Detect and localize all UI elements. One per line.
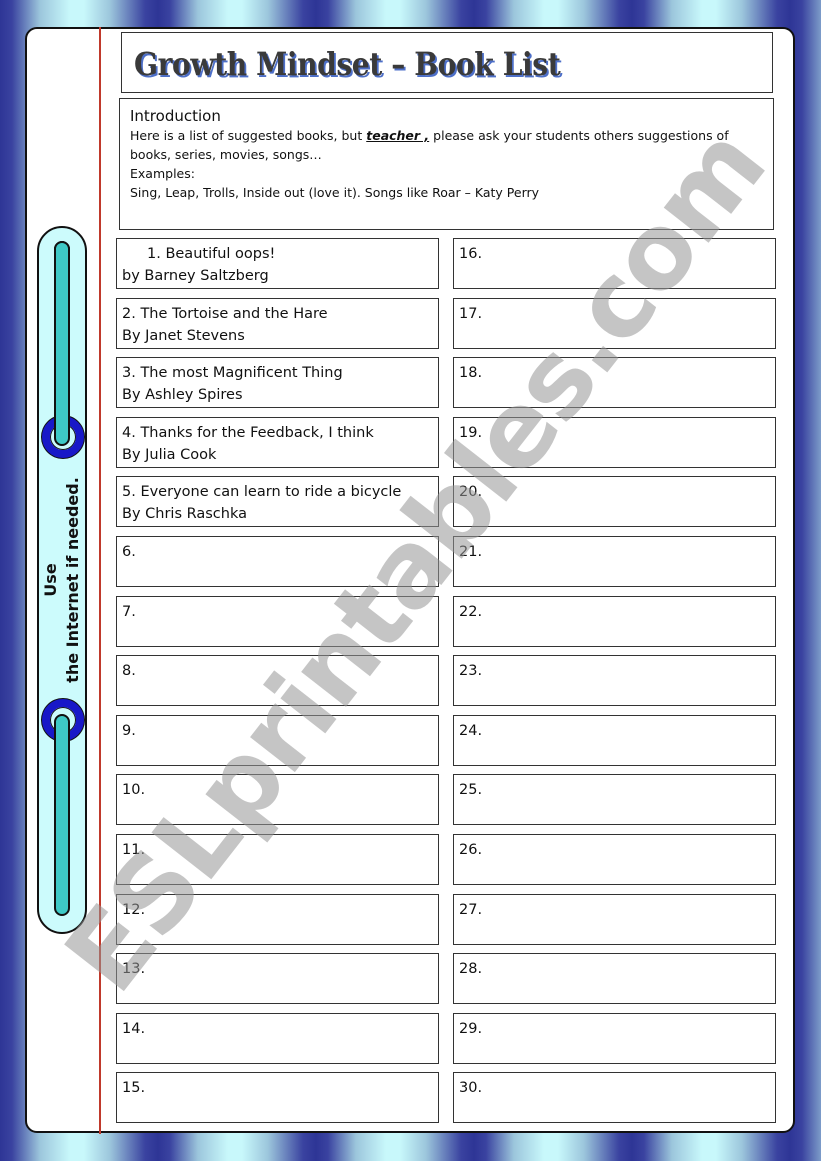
book-title: 1. Beautiful oops! (147, 246, 276, 262)
book-entry[interactable]: 15. (116, 1072, 439, 1124)
book-entry[interactable]: 22. (453, 595, 776, 647)
lower-tube-icon (54, 714, 70, 916)
book-entry[interactable]: 27. (453, 893, 776, 945)
book-entry[interactable]: 11. (116, 834, 439, 885)
title-box: Growth Mindset – Book List (121, 32, 773, 93)
book-title: 3. The most Magnificent Thing (122, 365, 343, 382)
introduction-box: Introduction Here is a list of suggested… (119, 98, 774, 230)
book-entry[interactable]: 12. (116, 893, 439, 945)
book-title: 27. (459, 901, 483, 918)
book-entry[interactable]: 6. (116, 536, 439, 587)
intro-text: please ask your students others suggesti… (429, 128, 729, 143)
book-entry[interactable]: 17. (453, 297, 776, 349)
book-entry[interactable]: 2. The Tortoise and the Hare By Janet Ste… (116, 297, 439, 349)
intro-emphasis: teacher , (366, 128, 430, 143)
book-entry[interactable]: 4. Thanks for the Feedback, I think By Ju… (116, 416, 439, 468)
book-entry[interactable]: 19. (453, 416, 776, 468)
book-title: 18. (459, 365, 483, 382)
book-entry[interactable]: 10. (116, 774, 439, 826)
book-title: 17. (459, 305, 483, 322)
book-title: 7. (122, 603, 136, 620)
book-entry[interactable]: 9. (116, 714, 439, 766)
book-author: By Chris Raschka (122, 506, 247, 523)
book-title: 14. (122, 1020, 146, 1037)
book-entry[interactable]: 30. (453, 1072, 776, 1124)
book-title: 2. The Tortoise and the Hare (122, 305, 328, 322)
book-author: By Ashley Spires (122, 387, 243, 404)
intro-line-3: Examples: (130, 166, 195, 181)
sidebar-note-line-1: Use (41, 563, 60, 597)
book-title: 11. (122, 842, 146, 858)
sidebar-note: Use the Internet if needed. (40, 450, 84, 710)
book-title: 10. (122, 782, 146, 799)
intro-line-1: Here is a list of suggested books, but t… (130, 126, 763, 145)
book-entry[interactable]: 26. (453, 834, 776, 885)
book-title: 24. (459, 722, 483, 739)
book-title: 8. (122, 663, 136, 680)
book-title: 21. (459, 544, 483, 560)
book-title: 19. (459, 424, 483, 441)
book-title: 16. (459, 246, 483, 262)
sidebar-note-line-2: the Internet if needed. (63, 477, 82, 683)
book-entry[interactable]: 25. (453, 774, 776, 826)
book-title: 26. (459, 842, 483, 858)
intro-line-4: Sing, Leap, Trolls, Inside out (love it)… (130, 185, 540, 200)
book-title: 15. (122, 1080, 146, 1097)
book-title: 5. Everyone can learn to ride a bicycle (122, 484, 402, 501)
book-title: 30. (459, 1080, 483, 1097)
book-entry[interactable]: 16. (453, 238, 776, 289)
book-entry[interactable]: 1. Beautiful oops! by Barney Saltzberg (116, 238, 439, 289)
book-title: 25. (459, 782, 483, 799)
book-title: 23. (459, 663, 483, 680)
margin-line (99, 27, 101, 1134)
book-title: 22. (459, 603, 483, 620)
book-title: 12. (122, 901, 146, 918)
book-entry[interactable]: 18. (453, 357, 776, 409)
upper-tube-overlay (54, 241, 70, 446)
book-author: By Janet Stevens (122, 327, 245, 344)
book-author: by Barney Saltzberg (122, 268, 269, 284)
book-entry[interactable]: 5. Everyone can learn to ride a bicycle B… (116, 476, 439, 528)
book-entry[interactable]: 7. (116, 595, 439, 647)
book-entry[interactable]: 24. (453, 714, 776, 766)
intro-text: Here is a list of suggested books, but (130, 128, 367, 143)
page-title: Growth Mindset – Book List (134, 45, 561, 83)
book-title: 4. Thanks for the Feedback, I think (122, 424, 374, 441)
book-title: 29. (459, 1020, 483, 1037)
book-entry[interactable]: 13. (116, 953, 439, 1005)
intro-line-2: books, series, movies, songs… (130, 147, 322, 162)
book-title: 6. (122, 544, 136, 560)
book-entry[interactable]: 20. (453, 476, 776, 528)
book-entry[interactable]: 14. (116, 1012, 439, 1064)
book-title: 28. (459, 961, 483, 978)
book-entry[interactable]: 29. (453, 1012, 776, 1064)
book-title: 20. (459, 484, 483, 501)
book-title: 9. (122, 722, 136, 739)
book-title: 13. (122, 961, 146, 978)
book-entry[interactable]: 21. (453, 536, 776, 587)
book-entry[interactable]: 8. (116, 655, 439, 707)
book-entry[interactable]: 3. The most Magnificent Thing By Ashley S… (116, 357, 439, 409)
book-author: By Julia Cook (122, 446, 217, 463)
book-entry[interactable]: 23. (453, 655, 776, 707)
book-entry[interactable]: 28. (453, 953, 776, 1005)
intro-heading: Introduction (130, 107, 221, 125)
